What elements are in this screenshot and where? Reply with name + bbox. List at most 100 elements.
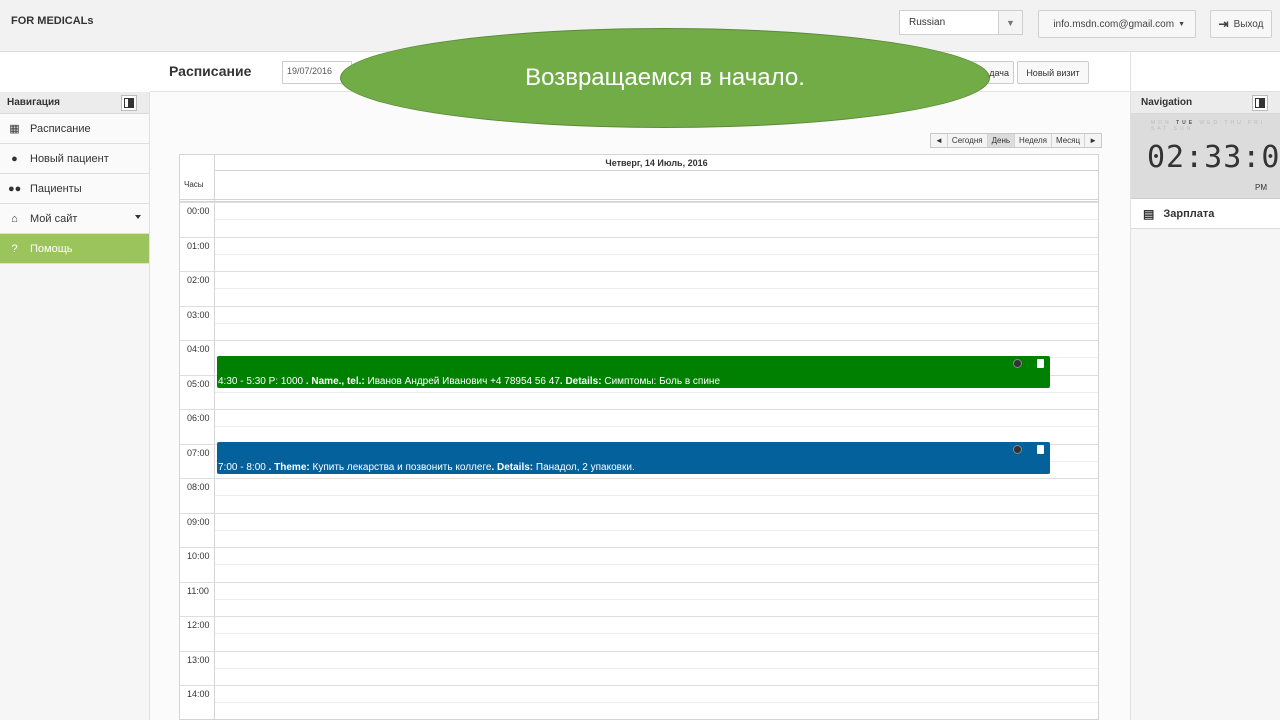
hour-row[interactable]: 12:00 (180, 616, 1098, 651)
digital-clock: MON TUE WED THU FRI SAT SUN 02:33:09 PM (1131, 114, 1280, 199)
hour-label: 03:00 (187, 309, 210, 320)
sidebar-item-help[interactable]: ? Помощь (0, 234, 149, 264)
hour-divider (180, 547, 1098, 548)
hour-divider (180, 340, 1098, 341)
sidebar-item-label: Новый пациент (30, 152, 109, 165)
hour-divider (180, 478, 1098, 479)
user-email: info.msdn.com@gmail.com (1053, 18, 1175, 30)
hour-divider (180, 271, 1098, 272)
page-title: Расписание (169, 63, 252, 79)
hour-label: 08:00 (187, 482, 210, 492)
edit-icon[interactable] (1013, 445, 1022, 454)
next-button[interactable]: ► (1085, 134, 1101, 147)
hour-row[interactable]: 02:00 (180, 271, 1098, 306)
hour-label: 06:00 (187, 413, 210, 423)
hour-row[interactable]: 06:00 (180, 409, 1098, 444)
user-icon: ● (11, 152, 18, 165)
hour-divider (180, 236, 1098, 238)
users-icon: ●● (8, 182, 22, 195)
right-panel: Navigation MON TUE WED THU FRI SAT SUN 0… (1130, 92, 1280, 720)
week-view-button[interactable]: Неделя (1015, 134, 1052, 147)
caret-down-icon: ▼ (1178, 20, 1185, 28)
hour-row[interactable]: 09:00 (180, 512, 1098, 548)
day-calendar: Четверг, 14 Июль, 2016 Часы 00:00 01:00 02… (179, 154, 1099, 720)
hour-divider (180, 650, 1098, 652)
event-text: 4:30 - 5:30 P: 1000 . Name., tel.: Ивано… (218, 376, 721, 387)
sidebar-item-label: Помощь (30, 242, 73, 255)
calendar-event[interactable]: 7:00 - 8:00 . Theme: Купить лекарства и … (217, 442, 1050, 474)
salary-label: Зарплата (1163, 207, 1215, 220)
hour-divider (180, 409, 1098, 410)
half-hour-divider (215, 495, 1098, 496)
half-hour-divider (215, 391, 1098, 393)
hour-row[interactable]: 13:00 (180, 650, 1098, 686)
hour-divider (180, 202, 1098, 203)
annotation-text: Возвращаемся в начало. (525, 64, 805, 91)
hour-divider (180, 512, 1098, 514)
hour-label: 14:00 (187, 689, 210, 699)
salary-link[interactable]: ▤ Зарплата (1131, 199, 1280, 229)
half-hour-divider (215, 598, 1098, 600)
hour-label: 12:00 (187, 620, 210, 630)
user-menu-button[interactable]: info.msdn.com@gmail.com ▼ (1038, 10, 1196, 38)
prev-button[interactable]: ◄ (931, 134, 948, 147)
clock-ampm: PM (1255, 183, 1267, 192)
half-hour-divider (215, 633, 1098, 634)
calendar-view-switcher: ◄ Сегодня День Неделя Месяц ► (930, 133, 1102, 148)
month-view-button[interactable]: Месяц (1052, 134, 1086, 147)
annotation-callout: Возвращаемся в начало. (340, 28, 990, 128)
sidebar-item-label: Мой сайт (30, 212, 78, 225)
day-view-button[interactable]: День (987, 134, 1016, 147)
logout-icon: ⇥ (1218, 17, 1229, 31)
today-button[interactable]: Сегодня (948, 134, 988, 147)
new-visit-button[interactable]: Новый визит (1017, 61, 1089, 84)
trash-icon[interactable] (1037, 445, 1044, 454)
sidebar-item-patients[interactable]: ●● Пациенты (0, 174, 149, 204)
sidebar-item-schedule[interactable]: ▦ Расписание (0, 114, 149, 144)
half-hour-divider (215, 253, 1098, 255)
hour-row[interactable]: 00:00 (180, 202, 1098, 237)
half-hour-divider (215, 322, 1098, 324)
weekday-row: MON TUE WED THU FRI SAT SUN (1151, 120, 1266, 132)
calendar-event[interactable]: 4:30 - 5:30 P: 1000 . Name., tel.: Ивано… (217, 356, 1050, 388)
language-value: Russian (909, 17, 946, 28)
brand-logo[interactable]: FOR MEDICALs (11, 15, 94, 27)
hour-row[interactable]: 14:00 (180, 685, 1098, 720)
sidebar-title: Навигация (7, 97, 60, 108)
hour-row[interactable]: 08:00 (180, 478, 1098, 513)
hour-label: 07:00 (187, 447, 210, 458)
home-icon: ⌂ (11, 212, 18, 225)
sidebar-item-my-site[interactable]: ⌂ Мой сайт (0, 204, 149, 234)
hour-row[interactable]: 03:00 (180, 305, 1098, 341)
half-hour-divider (215, 702, 1098, 703)
question-icon: ? (11, 242, 18, 255)
panel-toggle-icon[interactable] (1252, 95, 1268, 111)
hour-row[interactable]: 10:00 (180, 547, 1098, 582)
hour-label: 11:00 (187, 585, 209, 596)
edit-icon[interactable] (1013, 359, 1022, 368)
hour-label: 01:00 (187, 240, 210, 251)
trash-icon[interactable] (1037, 359, 1044, 368)
half-hour-divider (215, 219, 1098, 220)
hours-column-label: Часы (184, 180, 204, 189)
chevron-down-icon[interactable]: ▼ (998, 11, 1022, 34)
hour-label: 00:00 (187, 206, 210, 216)
half-hour-divider (215, 667, 1098, 669)
sidebar-item-label: Пациенты (30, 182, 82, 195)
sidebar-item-new-patient[interactable]: ● Новый пациент (0, 144, 149, 174)
event-text: 7:00 - 8:00 . Theme: Купить лекарства и … (218, 462, 635, 473)
hour-divider (180, 616, 1098, 617)
hour-divider (180, 581, 1098, 583)
hour-label: 10:00 (187, 551, 210, 561)
hour-row[interactable]: 11:00 (180, 581, 1098, 617)
toolbar-right-spacer (1130, 52, 1280, 92)
calendar-day-title: Четверг, 14 Июль, 2016 (215, 155, 1098, 171)
hour-label: 02:00 (187, 275, 210, 285)
logout-button[interactable]: ⇥ Выход (1210, 10, 1272, 38)
language-select[interactable]: Russian ▼ (899, 10, 1023, 35)
sidebar-toggle-icon[interactable] (121, 95, 137, 111)
half-hour-divider (215, 426, 1098, 427)
calculator-icon: ▤ (1143, 206, 1155, 221)
half-hour-divider (215, 288, 1098, 289)
hour-row[interactable]: 01:00 (180, 236, 1098, 272)
